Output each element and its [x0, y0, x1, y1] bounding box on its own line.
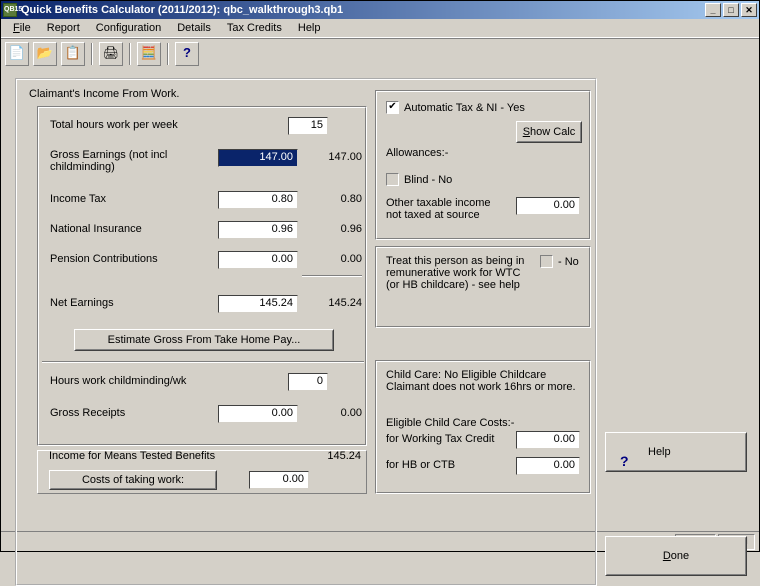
income-group: Total hours work per week 15 Gross Earni… [37, 106, 367, 446]
costs-input[interactable]: 0.00 [249, 471, 309, 489]
childcare-group: Child Care: No Eligible Childcare Claima… [375, 360, 591, 494]
hours-input[interactable]: 15 [288, 117, 328, 135]
menubar: FFileile Report Configuration Details Ta… [1, 19, 759, 38]
hb-label: for HB or CTB [386, 459, 455, 471]
allowances-label: Allowances:- [386, 147, 448, 159]
client-area: Claimant's Income From Work. Total hours… [1, 68, 759, 531]
gross-readout: 147.00 [328, 151, 362, 163]
gross-receipts-readout: 0.00 [328, 407, 362, 419]
divider [302, 275, 362, 277]
other-income-label: Other taxable income not taxed at source [386, 197, 506, 221]
minimize-button[interactable]: _ [705, 3, 721, 17]
gross-earnings-input[interactable]: 147.00 [218, 149, 298, 167]
main-panel: Claimant's Income From Work. Total hours… [15, 78, 597, 586]
childcare-label: Child Care: No Eligible Childcare Claima… [386, 369, 582, 393]
toolbar-separator [129, 43, 131, 65]
toolbar-print-icon[interactable]: 🖨 [99, 42, 123, 66]
means-readout: 145.24 [327, 450, 361, 462]
cm-hours-label: Hours work childminding/wk [50, 375, 186, 387]
auto-tax-label: Automatic Tax & NI - Yes [404, 102, 525, 114]
gross-receipts-input[interactable]: 0.00 [218, 405, 298, 423]
help-button[interactable]: ? Help [605, 432, 747, 472]
income-tax-readout: 0.80 [328, 193, 362, 205]
help-button-label: Help [648, 446, 671, 458]
menu-file[interactable]: FFileile [5, 20, 39, 36]
means-label: Income for Means Tested Benefits [49, 450, 215, 462]
toolbar-separator [167, 43, 169, 65]
maximize-button[interactable]: □ [723, 3, 739, 17]
cm-hours-input[interactable]: 0 [288, 373, 328, 391]
toolbar: 📄 📂 📋 🖨 🧮 ? [1, 38, 759, 68]
means-group: Income for Means Tested Benefits 145.24 … [37, 450, 367, 494]
toolbar-copy-icon[interactable]: 📋 [61, 42, 85, 66]
toolbar-open-icon[interactable]: 📂 [33, 42, 57, 66]
hours-label: Total hours work per week [50, 119, 178, 131]
pension-label: Pension Contributions [50, 253, 158, 265]
toolbar-help-icon[interactable]: ? [175, 42, 199, 66]
pension-readout: 0.00 [328, 253, 362, 265]
income-tax-input[interactable]: 0.80 [218, 191, 298, 209]
gross-receipts-label: Gross Receipts [50, 407, 125, 419]
hb-input[interactable]: 0.00 [516, 457, 580, 475]
remunerative-checkbox[interactable] [540, 255, 553, 268]
divider [42, 361, 364, 363]
toolbar-calc-icon[interactable]: 🧮 [137, 42, 161, 66]
menu-details[interactable]: Details [169, 20, 219, 36]
side-panel: ? Help Done [605, 432, 749, 586]
pension-input[interactable]: 0.00 [218, 251, 298, 269]
panel-title: Claimant's Income From Work. [29, 88, 179, 100]
app-window: QB15 Quick Benefits Calculator (2011/201… [0, 0, 760, 552]
toolbar-new-icon[interactable]: 📄 [5, 42, 29, 66]
ni-label: National Insurance [50, 223, 142, 235]
app-icon: QB15 [3, 3, 17, 17]
menu-configuration[interactable]: Configuration [88, 20, 169, 36]
menu-help[interactable]: Help [290, 20, 329, 36]
costs-button[interactable]: Costs of taking work: [49, 470, 217, 490]
menu-report[interactable]: Report [39, 20, 88, 36]
titlebar: QB15 Quick Benefits Calculator (2011/201… [1, 1, 759, 19]
net-readout: 145.24 [328, 297, 362, 309]
net-input[interactable]: 145.24 [218, 295, 298, 313]
net-label: Net Earnings [50, 297, 114, 309]
other-income-input[interactable]: 0.00 [516, 197, 580, 215]
remunerative-suffix: - No [558, 256, 579, 268]
window-title: Quick Benefits Calculator (2011/2012): q… [21, 4, 703, 16]
show-calc-button[interactable]: Show Calc [516, 121, 582, 143]
auto-tax-checkbox[interactable]: ✔ [386, 101, 399, 114]
blind-label: Blind - No [404, 174, 452, 186]
ni-input[interactable]: 0.96 [218, 221, 298, 239]
toolbar-separator [91, 43, 93, 65]
done-button[interactable]: Done [605, 536, 747, 576]
income-tax-label: Income Tax [50, 193, 106, 205]
menu-tax-credits[interactable]: Tax Credits [219, 20, 290, 36]
wtc-input[interactable]: 0.00 [516, 431, 580, 449]
ni-readout: 0.96 [328, 223, 362, 235]
eligible-label: Eligible Child Care Costs:- [386, 417, 514, 429]
estimate-gross-button[interactable]: Estimate Gross From Take Home Pay... [74, 329, 334, 351]
remunerative-label: Treat this person as being in remunerati… [386, 255, 536, 291]
remunerative-group: Treat this person as being in remunerati… [375, 246, 591, 328]
close-button[interactable]: ✕ [741, 3, 757, 17]
blind-checkbox[interactable] [386, 173, 399, 186]
help-icon: ? [620, 444, 636, 460]
gross-label: Gross Earnings (not incl childminding) [50, 149, 210, 173]
tax-ni-group: ✔ Automatic Tax & NI - Yes Show Calc All… [375, 90, 591, 240]
wtc-label: for Working Tax Credit [386, 433, 494, 445]
